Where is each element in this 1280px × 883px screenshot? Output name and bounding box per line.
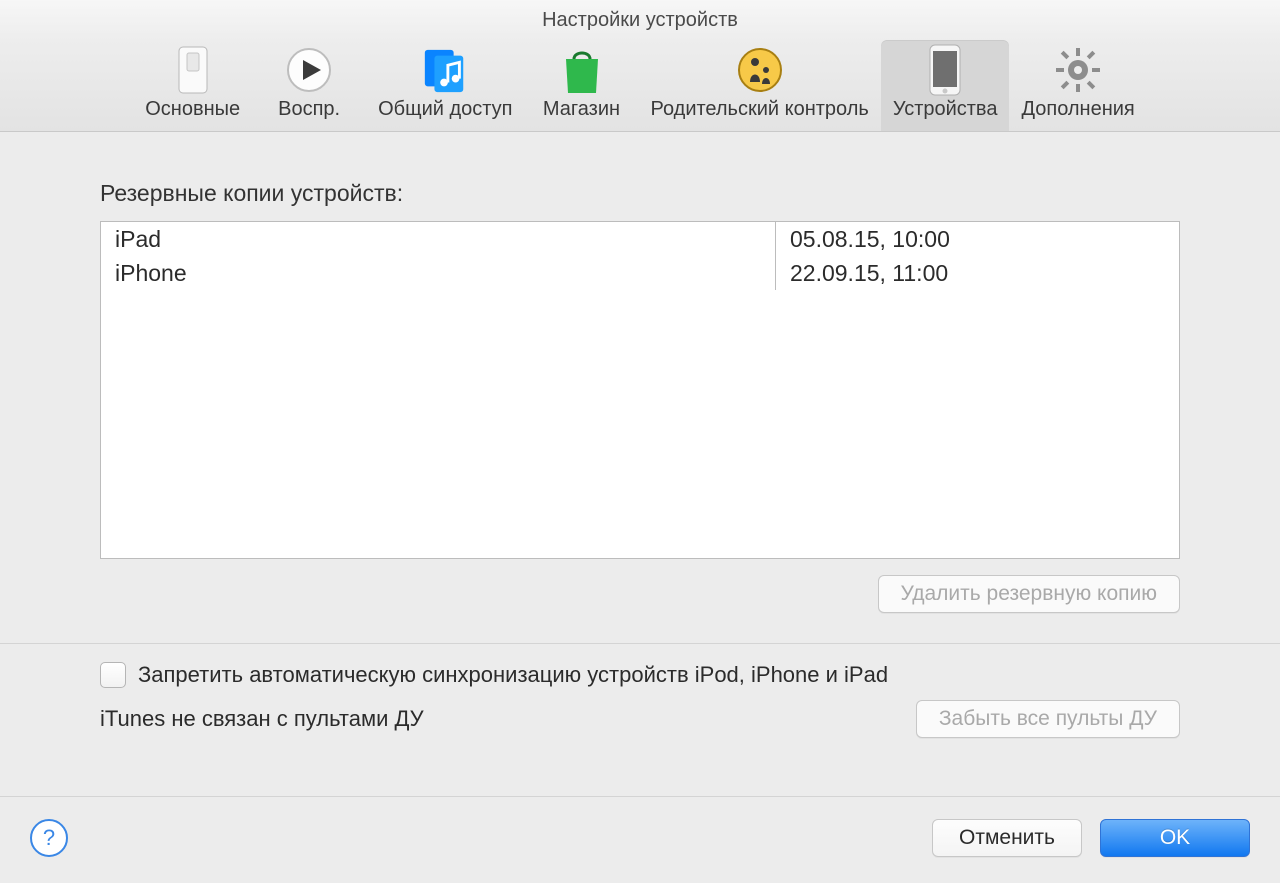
gear-icon: [1054, 46, 1102, 94]
tab-general[interactable]: Основные: [133, 40, 252, 131]
ok-button[interactable]: OK: [1100, 819, 1250, 857]
prevent-sync-row[interactable]: Запретить автоматическую синхронизацию у…: [100, 662, 1180, 688]
parental-control-icon: [736, 46, 784, 94]
tab-sharing[interactable]: Общий доступ: [366, 40, 524, 131]
backups-list[interactable]: iPad 05.08.15, 10:00 iPhone 22.09.15, 11…: [100, 221, 1180, 559]
backup-device-name: iPad: [101, 222, 776, 256]
delete-backup-button[interactable]: Удалить резервную копию: [878, 575, 1180, 613]
tab-label: Дополнения: [1021, 98, 1134, 121]
tab-advanced[interactable]: Дополнения: [1009, 40, 1146, 131]
devices-pane: Резервные копии устройств: iPad 05.08.15…: [0, 132, 1280, 768]
preferences-toolbar: Основные Воспр. Общий доступ Магазин Род…: [0, 40, 1280, 132]
backup-date: 05.08.15, 10:00: [776, 222, 1179, 256]
tab-label: Основные: [145, 98, 240, 121]
backup-date: 22.09.15, 11:00: [776, 256, 1179, 290]
forget-remotes-button[interactable]: Забыть все пульты ДУ: [916, 700, 1180, 738]
remotes-status: iTunes не связан с пультами ДУ: [100, 706, 424, 732]
music-sharing-icon: [421, 46, 469, 94]
separator: [0, 643, 1280, 644]
window-title: Настройки устройств: [0, 0, 1280, 40]
backups-heading: Резервные копии устройств:: [100, 180, 1280, 207]
tab-label: Общий доступ: [378, 98, 512, 121]
tab-playback[interactable]: Воспр.: [252, 40, 366, 131]
tab-label: Родительский контроль: [651, 98, 869, 121]
tab-label: Воспр.: [278, 98, 340, 121]
tab-devices[interactable]: Устройства: [881, 40, 1010, 131]
tab-parental[interactable]: Родительский контроль: [639, 40, 881, 131]
prevent-sync-checkbox[interactable]: [100, 662, 126, 688]
tab-store[interactable]: Магазин: [525, 40, 639, 131]
device-icon: [921, 46, 969, 94]
switch-icon: [169, 46, 217, 94]
play-icon: [285, 46, 333, 94]
backup-device-name: iPhone: [101, 256, 776, 290]
backup-row[interactable]: iPhone 22.09.15, 11:00: [101, 256, 1179, 290]
shopping-bag-icon: [558, 46, 606, 94]
tab-label: Магазин: [543, 98, 620, 121]
dialog-footer: ? Отменить OK: [0, 796, 1280, 883]
cancel-button[interactable]: Отменить: [932, 819, 1082, 857]
help-button[interactable]: ?: [30, 819, 68, 857]
prevent-sync-label: Запретить автоматическую синхронизацию у…: [138, 662, 888, 688]
tab-label: Устройства: [893, 98, 998, 121]
backup-row[interactable]: iPad 05.08.15, 10:00: [101, 222, 1179, 256]
